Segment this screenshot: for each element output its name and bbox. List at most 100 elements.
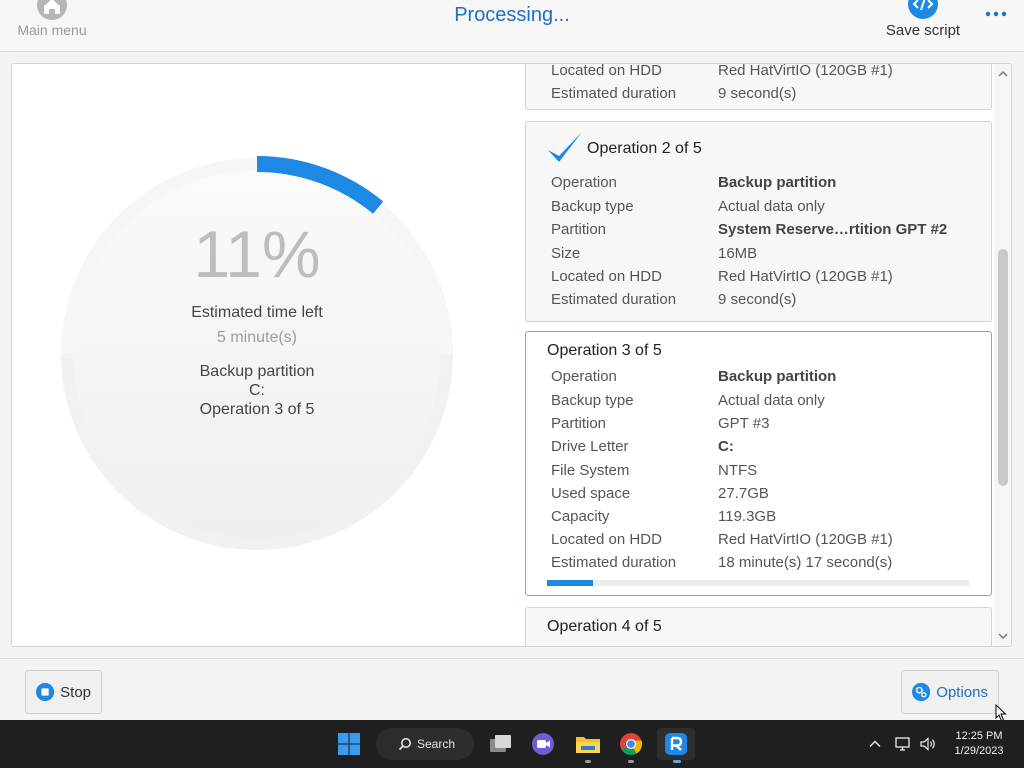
op2-key: Estimated duration xyxy=(551,291,677,308)
scroll-down-icon[interactable] xyxy=(997,630,1009,642)
code-icon xyxy=(908,0,938,19)
op3-row: Backup type Actual data only xyxy=(551,392,981,414)
op3-row: Located on HDD Red HatVirtIO (120GB #1) xyxy=(551,531,981,553)
op3-key: Located on HDD xyxy=(551,531,662,548)
op1-key: Estimated duration xyxy=(551,85,677,102)
operation-progress-fill xyxy=(547,580,594,586)
windows-logo-icon xyxy=(338,733,360,755)
op2-row: Backup type Actual data only xyxy=(551,198,981,220)
stop-label: Stop xyxy=(60,683,91,701)
op2-key: Located on HDD xyxy=(551,268,662,285)
scroll-up-icon[interactable] xyxy=(997,68,1009,80)
stop-icon xyxy=(36,682,55,702)
op2-value: Actual data only xyxy=(718,198,825,215)
running-indicator xyxy=(585,760,591,763)
backup-app-button[interactable] xyxy=(657,728,695,760)
operation-card-4: Operation 4 of 5 xyxy=(525,607,992,646)
op3-key: Estimated duration xyxy=(551,554,677,571)
stop-button[interactable]: Stop xyxy=(25,670,102,714)
chrome-button[interactable] xyxy=(615,728,647,760)
main-panel: 11% Estimated time left 5 minute(s) Back… xyxy=(11,63,1012,647)
operation-progress-bar xyxy=(547,580,969,586)
operation-card-2: Operation 2 of 5 Operation Backup partit… xyxy=(525,121,992,322)
estimated-time-label: Estimated time left xyxy=(191,304,323,321)
op2-value: 16MB xyxy=(718,245,758,262)
operation-card-1: Located on HDD Red HatVirtIO (120GB #1) … xyxy=(525,63,992,110)
current-action: Backup partition xyxy=(199,363,315,380)
op1-value: Red HatVirtIO (120GB #1) xyxy=(718,63,893,79)
search-icon xyxy=(398,738,411,751)
taskbar-search[interactable]: Search xyxy=(376,728,474,760)
running-indicator xyxy=(628,760,634,763)
operations-scrollbar[interactable] xyxy=(994,64,1011,646)
op3-value: C: xyxy=(718,438,734,455)
op3-value: Backup partition xyxy=(718,368,837,385)
windows-taskbar: Search 12:25 PM 1/29/2023 xyxy=(0,720,1024,768)
op2-key: Operation xyxy=(551,174,617,191)
footer-bar: Stop Options xyxy=(0,658,1024,722)
op3-title: Operation 3 of 5 xyxy=(547,342,662,359)
file-explorer-button[interactable] xyxy=(572,728,604,760)
volume-icon[interactable] xyxy=(919,735,937,753)
options-label: Options xyxy=(936,683,988,701)
task-view-button[interactable] xyxy=(484,728,516,760)
op3-row: Estimated duration 18 minute(s) 17 secon… xyxy=(551,554,981,576)
save-script-button[interactable]: Save script xyxy=(880,0,966,39)
op3-value: 119.3GB xyxy=(718,508,777,525)
current-target: C: xyxy=(249,382,265,399)
op2-value: Red HatVirtIO (120GB #1) xyxy=(718,268,893,285)
folder-icon xyxy=(576,737,600,753)
op3-value: Actual data only xyxy=(718,392,825,409)
op1-row: Estimated duration 9 second(s) xyxy=(551,85,981,107)
op2-value: 9 second(s) xyxy=(718,291,797,308)
op3-key: File System xyxy=(551,462,630,479)
op2-key: Backup type xyxy=(551,198,634,215)
op3-row: Drive Letter C: xyxy=(551,438,981,460)
chrome-icon xyxy=(620,733,643,755)
task-view-icon xyxy=(490,735,511,752)
op2-value: Backup partition xyxy=(718,174,837,191)
save-script-label: Save script xyxy=(885,22,961,39)
taskbar-clock[interactable]: 12:25 PM 1/29/2023 xyxy=(944,729,1014,759)
op3-value: NTFS xyxy=(718,462,758,479)
op3-value: Red HatVirtIO (120GB #1) xyxy=(718,531,893,548)
op2-value: System Reserve…rtition GPT #2 xyxy=(718,221,948,238)
current-op-count: Operation 3 of 5 xyxy=(199,401,315,418)
scroll-thumb[interactable] xyxy=(998,249,1008,486)
active-indicator xyxy=(673,760,681,763)
options-button[interactable]: Options xyxy=(901,670,999,714)
op3-key: Used space xyxy=(551,485,631,502)
gear-icon xyxy=(912,682,931,702)
op3-key: Backup type xyxy=(551,392,634,409)
clock-date: 1/29/2023 xyxy=(954,745,1004,757)
more-options-icon[interactable] xyxy=(983,2,1009,24)
op1-row: Located on HDD Red HatVirtIO (120GB #1) xyxy=(551,63,981,84)
checkmark-icon xyxy=(548,132,582,162)
op3-key: Drive Letter xyxy=(551,438,629,455)
op2-row: Partition System Reserve…rtition GPT #2 xyxy=(551,221,981,243)
page-title: Processing... xyxy=(454,4,570,26)
op3-key: Operation xyxy=(551,368,617,385)
app-logo-icon xyxy=(665,733,687,755)
chevron-up-icon[interactable] xyxy=(868,737,882,751)
current-operation: Backup partition C: Operation 3 of 5 xyxy=(57,362,457,419)
progress-percent: 11% xyxy=(193,217,321,291)
op1-key: Located on HDD xyxy=(551,63,662,79)
teams-chat-button[interactable] xyxy=(527,728,559,760)
video-chat-icon xyxy=(532,733,554,755)
op3-row: Used space 27.7GB xyxy=(551,485,981,507)
op3-row: Capacity 119.3GB xyxy=(551,508,981,530)
op1-value: 9 second(s) xyxy=(718,85,797,102)
op3-key: Partition xyxy=(551,415,607,432)
clock-time: 12:25 PM xyxy=(955,730,1003,742)
op4-title: Operation 4 of 5 xyxy=(547,618,662,635)
taskbar-search-label: Search xyxy=(417,737,456,751)
start-button[interactable] xyxy=(333,728,365,760)
op3-key: Capacity xyxy=(551,508,610,525)
header-bar: Main menu Processing... Save script xyxy=(0,0,1024,52)
op2-row: Located on HDD Red HatVirtIO (120GB #1) xyxy=(551,268,981,290)
network-icon[interactable] xyxy=(894,735,912,753)
op3-value: 18 minute(s) 17 second(s) xyxy=(718,554,893,571)
op2-key: Size xyxy=(551,245,581,262)
op3-row: File System NTFS xyxy=(551,462,981,484)
